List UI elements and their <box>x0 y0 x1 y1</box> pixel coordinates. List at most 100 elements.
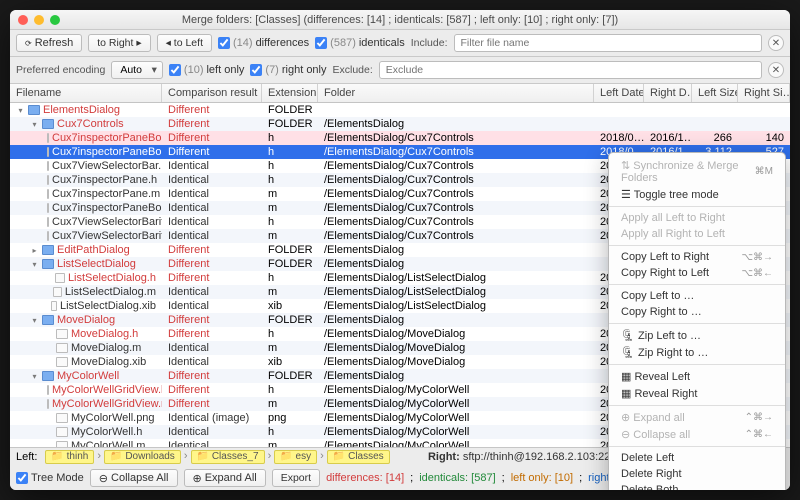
breadcrumb-item[interactable]: 📁 esy <box>274 450 317 464</box>
comparison-result: Different <box>162 146 262 158</box>
file-icon <box>47 231 49 241</box>
export-button[interactable]: Export <box>272 469 320 487</box>
zoom-icon[interactable] <box>50 15 60 25</box>
col-folder: Folder <box>318 84 594 102</box>
menu-collapse-all[interactable]: ⊖ Collapse all⌃⌘← <box>609 426 785 443</box>
table-row[interactable]: ▾ElementsDialogDifferentFOLDER <box>10 103 790 117</box>
to-right-button[interactable]: to Right ▸ <box>88 34 150 52</box>
extension: FOLDER <box>262 244 318 256</box>
file-name: ListSelectDialog.xib <box>60 300 156 312</box>
toolbar-row-1: ⟳Refresh to Right ▸ ◂ to Left (14) diffe… <box>10 30 790 57</box>
table-row[interactable]: ▾Cux7ControlsDifferentFOLDER/ElementsDia… <box>10 117 790 131</box>
extension: h <box>262 160 318 172</box>
extension: m <box>262 230 318 242</box>
collapse-all-button[interactable]: ⊖Collapse All <box>90 469 178 487</box>
file-name: ListSelectDialog.h <box>68 272 156 284</box>
close-icon[interactable] <box>18 15 28 25</box>
disclosure-icon[interactable]: ▾ <box>16 106 25 115</box>
menu-delete-both[interactable]: Delete Both <box>609 482 785 490</box>
disclosure-icon[interactable]: ▸ <box>30 246 39 255</box>
column-headers[interactable]: Filename Comparison result Extension Fol… <box>10 84 790 103</box>
extension: h <box>262 384 318 396</box>
menu-sync[interactable]: ⇅ Synchronize & Merge Folders⌘M <box>609 157 785 186</box>
file-icon <box>56 329 68 339</box>
file-name: Cux7ViewSelectorBaritem.h <box>52 216 162 228</box>
menu-zip-left[interactable]: 🗜 Zip Left to … <box>609 327 785 344</box>
file-icon <box>47 399 49 409</box>
file-name: MyColorWell.png <box>71 412 155 424</box>
folder-path: /ElementsDialog/ListSelectDialog <box>318 286 594 298</box>
comparison-result: Identical <box>162 440 262 447</box>
right-date: 2016/1… <box>644 132 692 144</box>
left-only-checkbox[interactable]: (10) left only <box>169 64 244 76</box>
file-icon <box>47 203 49 213</box>
menu-toggle-tree[interactable]: ☰ Toggle tree mode <box>609 186 785 203</box>
comparison-result: Identical <box>162 426 262 438</box>
breadcrumb-item[interactable]: 📁 Downloads <box>104 450 181 464</box>
menu-copy-left-to[interactable]: Copy Left to … <box>609 288 785 304</box>
breadcrumb[interactable]: 📁 thinh › 📁 Downloads › 📁 Classes_7 › 📁 … <box>45 450 389 464</box>
disclosure-icon[interactable]: ▾ <box>30 120 39 129</box>
comparison-result: Different <box>162 132 262 144</box>
menu-reveal-right[interactable]: ▦ Reveal Right <box>609 385 785 402</box>
expand-all-button[interactable]: ⊕Expand All <box>184 469 266 487</box>
folder-path: /ElementsDialog <box>318 314 594 326</box>
folder-path: /ElementsDialog/MyColorWell <box>318 412 594 424</box>
menu-copy-rtl[interactable]: Copy Right to Left⌥⌘← <box>609 265 785 281</box>
differences-checkbox[interactable]: (14) differences <box>218 37 309 49</box>
table-row[interactable]: Cux7inspectorPaneBody.hDifferenth/Elemen… <box>10 131 790 145</box>
clear-exclude-button[interactable]: ✕ <box>768 62 784 78</box>
clear-include-button[interactable]: ✕ <box>768 35 784 51</box>
menu-reveal-left[interactable]: ▦ Reveal Left <box>609 368 785 385</box>
menu-delete-left[interactable]: Delete Left <box>609 450 785 466</box>
context-menu: ⇅ Synchronize & Merge Folders⌘M ☰ Toggle… <box>608 152 786 490</box>
extension: h <box>262 174 318 186</box>
tree-mode-checkbox[interactable]: Tree Mode <box>16 472 84 484</box>
encoding-select[interactable]: Auto <box>111 61 163 79</box>
minimize-icon[interactable] <box>34 15 44 25</box>
comparison-result: Different <box>162 244 262 256</box>
disclosure-icon[interactable]: ▾ <box>30 372 39 381</box>
extension: xib <box>262 356 318 368</box>
breadcrumb-item[interactable]: 📁 Classes_7 <box>191 450 265 464</box>
extension: FOLDER <box>262 258 318 270</box>
menu-delete-right[interactable]: Delete Right <box>609 466 785 482</box>
titlebar[interactable]: Merge folders: [Classes] (differences: [… <box>10 10 790 30</box>
include-filter-input[interactable] <box>454 34 763 52</box>
exclude-filter-input[interactable] <box>379 61 762 79</box>
menu-expand-all[interactable]: ⊕ Expand all⌃⌘→ <box>609 409 785 426</box>
file-name: Cux7inspectorPane.h <box>52 174 157 186</box>
file-name: ListSelectDialog <box>57 258 136 270</box>
breadcrumb-item[interactable]: 📁 thinh <box>45 450 94 464</box>
toolbar-row-2: Preferred encoding Auto (10) left only (… <box>10 57 790 84</box>
comparison-result: Identical <box>162 202 262 214</box>
file-name: EditPathDialog <box>57 244 130 256</box>
menu-copy-right-to[interactable]: Copy Right to … <box>609 304 785 320</box>
file-icon <box>51 301 57 311</box>
file-icon <box>56 357 68 367</box>
comparison-result: Different <box>162 258 262 270</box>
folder-path: /ElementsDialog/MoveDialog <box>318 356 594 368</box>
menu-copy-ltr[interactable]: Copy Left to Right⌥⌘→ <box>609 249 785 265</box>
comparison-result: Different <box>162 384 262 396</box>
comparison-result: Identical <box>162 174 262 186</box>
right-only-checkbox[interactable]: (7) right only <box>250 64 326 76</box>
menu-apply-all-rtl[interactable]: Apply all Right to Left <box>609 226 785 242</box>
disclosure-icon[interactable]: ▾ <box>30 316 39 325</box>
extension: h <box>262 426 318 438</box>
folder-path: /ElementsDialog/Cux7Controls <box>318 160 594 172</box>
disclosure-icon[interactable]: ▾ <box>30 260 39 269</box>
menu-zip-right[interactable]: 🗜 Zip Right to … <box>609 344 785 361</box>
folder-path: /ElementsDialog/MoveDialog <box>318 342 594 354</box>
identicals-checkbox[interactable]: (587) identicals <box>315 37 405 49</box>
to-left-button[interactable]: ◂ to Left <box>157 34 212 52</box>
menu-apply-all-ltr[interactable]: Apply all Left to Right <box>609 210 785 226</box>
breadcrumb-item[interactable]: 📁 Classes <box>327 450 390 464</box>
comparison-result: Different <box>162 118 262 130</box>
stat-identicals: identicals: [587] <box>419 472 495 484</box>
file-name: ListSelectDialog.m <box>65 286 156 298</box>
right-path-label: Right: <box>428 451 460 463</box>
comparison-result: Identical <box>162 356 262 368</box>
refresh-button[interactable]: ⟳Refresh <box>16 34 82 52</box>
file-name: Cux7inspectorPane.m <box>52 188 160 200</box>
